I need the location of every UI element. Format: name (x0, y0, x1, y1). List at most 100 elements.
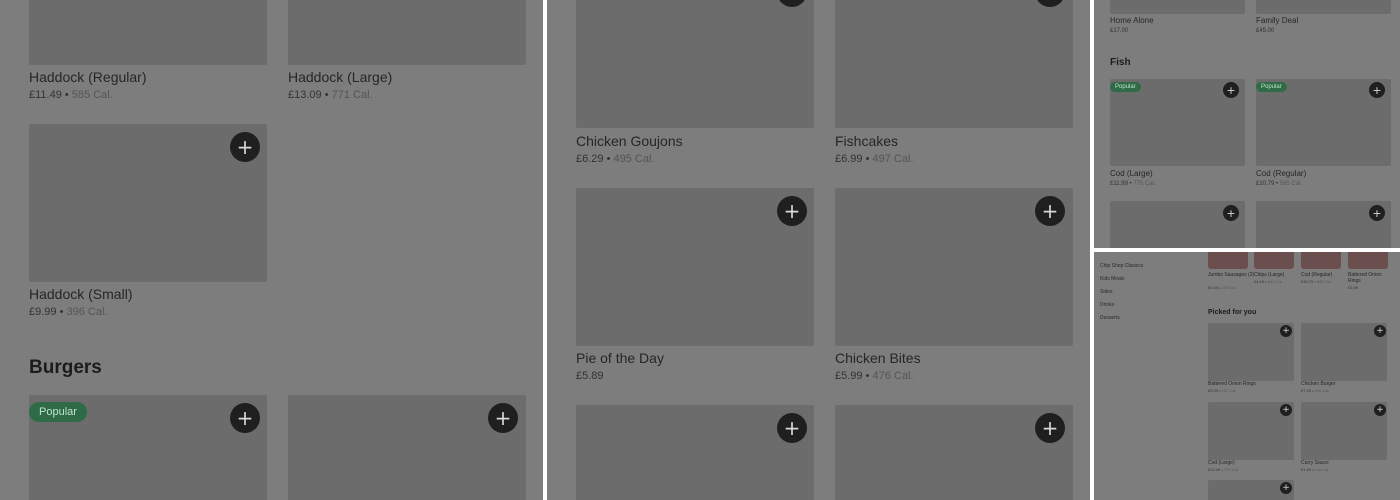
sidebar-item-desserts[interactable]: Desserts (1100, 315, 1120, 321)
item-name[interactable]: Cod (Regular) (1256, 169, 1306, 178)
menu-panel-3: Home Alone £17.00 Family Deal £45.00 Fis… (1094, 0, 1400, 248)
item-price: £10.79 (1301, 279, 1314, 284)
thumb-image[interactable] (1301, 252, 1341, 269)
item-image-fishcakes[interactable] (835, 0, 1073, 128)
sidebar-item-sides[interactable]: Sides (1100, 289, 1113, 295)
item-image[interactable] (1110, 0, 1245, 14)
item-meta: £1.99 • 146 Cal. (1301, 467, 1330, 472)
add-item-button[interactable]: + (1374, 325, 1386, 337)
add-item-button[interactable]: + (230, 132, 260, 162)
item-meta: £13.09 • 771 Cal. (288, 89, 373, 101)
thumb-name[interactable]: Chips (Large) (1254, 272, 1284, 278)
item-image[interactable] (1256, 0, 1391, 14)
popular-badge: Popular (1110, 82, 1141, 92)
item-price: £5.89 (576, 370, 604, 382)
add-item-button[interactable]: + (1223, 82, 1239, 98)
item-price: £13.09 (288, 89, 322, 101)
section-heading-burgers: Burgers (29, 357, 102, 378)
item-price: £6.99 (835, 153, 863, 165)
add-item-button[interactable]: + (1369, 205, 1385, 221)
add-item-button[interactable]: + (1223, 205, 1239, 221)
item-name[interactable]: Battered Onion Rings (1208, 381, 1256, 387)
section-heading-fish: Fish (1110, 57, 1131, 68)
item-image-haddock-large[interactable] (288, 0, 526, 65)
item-calories: 775 Cal. (1133, 181, 1156, 187)
add-item-button[interactable]: + (777, 196, 807, 226)
item-calories: 229 Cal. (1221, 285, 1237, 290)
item-name[interactable]: Haddock (Small) (29, 286, 132, 302)
add-item-button[interactable]: + (777, 413, 807, 443)
thumb-meta: £10.79 • 585 Cal. (1301, 279, 1332, 284)
item-name[interactable]: Chicken Bites (835, 350, 921, 366)
item-calories: 497 Cal. (872, 153, 914, 165)
item-price: £6.29 (576, 153, 604, 165)
item-name[interactable]: Haddock (Large) (288, 69, 392, 85)
popular-badge: Popular (29, 402, 87, 422)
add-item-button[interactable]: + (1369, 82, 1385, 98)
item-image-haddock-regular[interactable] (29, 0, 267, 65)
sidebar-item-kids-meals[interactable]: Kids Meals (1100, 276, 1124, 282)
thumb-name[interactable]: Battered Onion Rings (1348, 272, 1388, 284)
item-meta: £10.79 • 585 Cal. (1256, 181, 1303, 187)
thumb-name[interactable]: Cod (Regular) (1301, 272, 1332, 278)
item-name[interactable]: Family Deal (1256, 16, 1298, 25)
menu-panel-1: Haddock (Regular) £11.49 • 585 Cal. Hadd… (0, 0, 543, 500)
item-name[interactable]: Fishcakes (835, 133, 898, 149)
item-meta: £3.99 • 187 Cal. (1208, 388, 1237, 393)
add-item-button[interactable]: + (1280, 404, 1292, 416)
add-item-button[interactable]: + (1035, 196, 1065, 226)
item-meta: £5.99 • 476 Cal. (835, 370, 914, 382)
item-meta: £6.29 • 495 Cal. (576, 153, 655, 165)
item-calories: 585 Cal. (1316, 279, 1332, 284)
item-calories: 187 Cal. (1221, 388, 1237, 393)
item-meta: £9.99 • 396 Cal. (29, 306, 108, 318)
item-name[interactable]: Cod (Large) (1110, 169, 1153, 178)
item-calories: 396 Cal. (66, 306, 108, 318)
item-calories: 585 Cal. (1279, 181, 1303, 187)
thumb-name[interactable]: Jumbo Sausages (2) (1208, 272, 1254, 278)
thumb-image[interactable] (1348, 252, 1388, 269)
thumb-image[interactable] (1208, 252, 1248, 269)
item-price: £12.49 (1208, 467, 1221, 472)
item-price: £11.99 (1110, 181, 1128, 187)
item-price: £11.49 (29, 89, 62, 101)
sidebar-item-drinks[interactable]: Drinks (1100, 302, 1114, 308)
item-price: £5.99 (835, 370, 863, 382)
item-price: £9.99 (29, 306, 57, 318)
add-item-button[interactable]: + (1280, 325, 1292, 337)
thumb-price: £3.99 (1348, 285, 1359, 290)
item-price: £45.00 (1256, 28, 1275, 34)
add-item-button[interactable]: + (1374, 404, 1386, 416)
add-item-button[interactable]: + (488, 403, 518, 433)
item-name[interactable]: Cod (Large) (1208, 460, 1235, 466)
thumb-meta: £4.39 • 229 Cal. (1208, 285, 1237, 290)
item-calories: 476 Cal. (872, 370, 914, 382)
item-price: £4.69 (1254, 279, 1265, 284)
item-image-chicken-goujons[interactable] (576, 0, 814, 128)
item-meta: £12.49 • 775 Cal. (1208, 467, 1239, 472)
popular-badge: Popular (1256, 82, 1287, 92)
menu-panel-4: Chip Shop Classics Kids Meals Sides Drin… (1094, 252, 1400, 500)
item-name[interactable]: Haddock (Regular) (29, 69, 147, 85)
item-price: £10.79 (1256, 181, 1275, 187)
item-price: £17.00 (1110, 28, 1129, 34)
section-heading-picked-for-you: Picked for you (1208, 309, 1257, 316)
item-calories: 841 Cal. (1267, 279, 1283, 284)
item-name[interactable]: Chicken Burger (1301, 381, 1335, 387)
item-price: £7.49 (1301, 388, 1312, 393)
item-name[interactable]: Pie of the Day (576, 350, 664, 366)
add-item-button[interactable]: + (1280, 482, 1292, 494)
thumb-image[interactable] (1254, 252, 1294, 269)
item-name[interactable]: Curry Sauce (1301, 460, 1329, 466)
item-name[interactable]: Home Alone (1110, 16, 1154, 25)
item-calories: 549 Cal. (1314, 388, 1330, 393)
item-calories: 585 Cal. (71, 89, 113, 101)
sidebar-item-chip-shop-classics[interactable]: Chip Shop Classics (1100, 263, 1143, 269)
item-meta: £7.49 • 549 Cal. (1301, 388, 1330, 393)
add-item-button[interactable]: + (230, 403, 260, 433)
item-name[interactable]: Chicken Goujons (576, 133, 683, 149)
item-price: £1.99 (1301, 467, 1312, 472)
item-price: £4.39 (1208, 285, 1219, 290)
item-calories: 495 Cal. (613, 153, 655, 165)
add-item-button[interactable]: + (1035, 413, 1065, 443)
